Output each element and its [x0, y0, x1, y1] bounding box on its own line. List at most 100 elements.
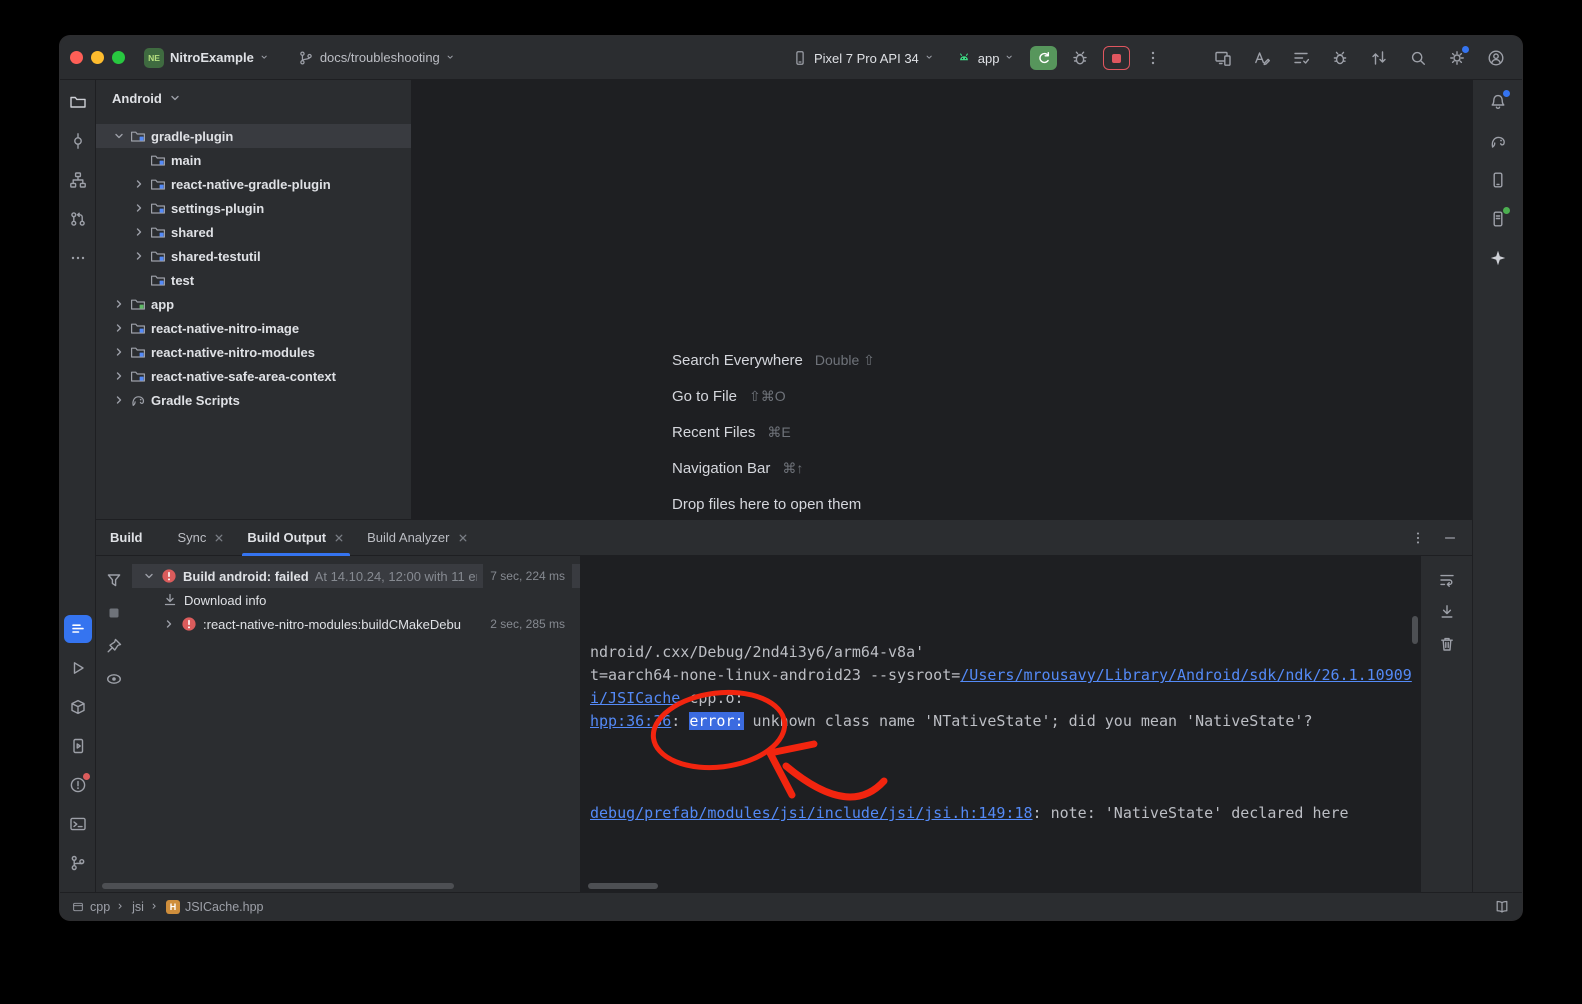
breadcrumb-cpp[interactable]: cpp — [90, 900, 110, 914]
reader-mode-button[interactable] — [1494, 899, 1510, 915]
more-tools-button[interactable] — [64, 244, 92, 272]
ai-assistant-tool-button[interactable] — [1484, 244, 1512, 272]
running-devices-tool-button[interactable] — [64, 732, 92, 760]
console-line — [590, 733, 1412, 756]
pin-tab-button[interactable] — [102, 634, 126, 658]
soft-wrap-button[interactable] — [1435, 568, 1459, 592]
chevron-down-icon[interactable] — [142, 570, 155, 583]
tab-sync[interactable]: Sync — [167, 520, 237, 556]
tree-item-settings-plugin[interactable]: settings-plugin — [96, 196, 411, 220]
filter-icon — [105, 571, 123, 589]
horizontal-scrollbar[interactable] — [588, 883, 658, 889]
tree-item-test[interactable]: test — [96, 268, 411, 292]
run-tool-button[interactable] — [64, 654, 92, 682]
chevron-right-icon[interactable] — [112, 346, 125, 359]
ai-actions-button[interactable] — [1248, 44, 1276, 72]
vertical-scrollbar[interactable] — [1412, 616, 1418, 644]
run-config-selector[interactable]: app — [950, 46, 1022, 70]
chevron-right-icon[interactable] — [132, 226, 145, 239]
stop-build-button[interactable] — [102, 601, 126, 625]
console-file-link[interactable]: debug/prefab/modules/jsi/include/jsi/jsi… — [590, 804, 1033, 822]
console-file-link[interactable]: /Users/mrousavy/Library/Android/sdk/ndk/… — [960, 666, 1412, 684]
console-file-link[interactable]: hpp:36:36 — [590, 712, 671, 730]
console-text: unknown class name 'NTativeState'; did y… — [744, 712, 1313, 730]
kebab-icon[interactable] — [1410, 530, 1426, 546]
zoom-window-button[interactable] — [112, 51, 125, 64]
project-view-selector[interactable]: Android — [96, 80, 411, 116]
close-window-button[interactable] — [70, 51, 83, 64]
rerun-button[interactable] — [1030, 46, 1057, 70]
chevron-right-icon[interactable] — [112, 394, 125, 407]
profiler-tool-button[interactable] — [64, 693, 92, 721]
problems-tool-button[interactable] — [64, 771, 92, 799]
report-bug-button[interactable] — [1326, 44, 1354, 72]
debug-button[interactable] — [1066, 44, 1094, 72]
notifications-tool-button[interactable] — [1484, 88, 1512, 116]
filter-button[interactable] — [102, 568, 126, 592]
chevron-down-icon[interactable] — [112, 130, 125, 143]
todo-list-button[interactable] — [1287, 44, 1315, 72]
build-root-node[interactable]: Build android: failed At 14.10.24, 12:00… — [132, 564, 580, 588]
logcat-tool-button[interactable] — [64, 615, 92, 643]
tree-item-react-native-nitro-image[interactable]: react-native-nitro-image — [96, 316, 411, 340]
clear-output-button[interactable] — [1435, 632, 1459, 656]
build-node-download-info[interactable]: Download info — [132, 588, 580, 612]
device-explorer-tool-button[interactable] — [1484, 205, 1512, 233]
breadcrumb-jsi[interactable]: jsi — [132, 900, 144, 914]
project-tool-button[interactable] — [64, 88, 92, 116]
version-control-tool-button[interactable] — [64, 849, 92, 877]
chevron-right-icon[interactable] — [132, 250, 145, 263]
tree-item-react-native-gradle-plugin[interactable]: react-native-gradle-plugin — [96, 172, 411, 196]
console-file-link[interactable]: i/JSICache — [590, 689, 680, 707]
tree-item-gradle-scripts[interactable]: Gradle Scripts — [96, 388, 411, 412]
device-manager-tool-button[interactable] — [1484, 166, 1512, 194]
close-icon[interactable] — [333, 532, 345, 544]
tree-item-main[interactable]: main — [96, 148, 411, 172]
more-actions-button[interactable] — [1139, 44, 1167, 72]
chevron-right-icon[interactable] — [112, 322, 125, 335]
chevron-right-icon[interactable] — [112, 370, 125, 383]
tree-item-shared[interactable]: shared — [96, 220, 411, 244]
scroll-to-end-button[interactable] — [1435, 600, 1459, 624]
structure-tool-button[interactable] — [64, 166, 92, 194]
tab-build-output[interactable]: Build Output — [236, 520, 356, 556]
tree-item-react-native-nitro-modules[interactable]: react-native-nitro-modules — [96, 340, 411, 364]
close-icon[interactable] — [457, 532, 469, 544]
minimize-window-button[interactable] — [91, 51, 104, 64]
tree-item-shared-testutil[interactable]: shared-testutil — [96, 244, 411, 268]
project-selector[interactable]: NE NitroExample — [138, 44, 276, 72]
vcs-branch-selector[interactable]: docs/troubleshooting — [292, 46, 462, 70]
code-review-button[interactable] — [1365, 44, 1393, 72]
chevron-right-icon[interactable] — [132, 178, 145, 191]
tree-item-gradle-plugin[interactable]: gradle-plugin — [96, 124, 411, 148]
chevron-right-icon[interactable] — [132, 202, 145, 215]
device-mirroring-button[interactable] — [1209, 44, 1237, 72]
main-area: Android gradle-plugin main — [60, 80, 1522, 892]
tab-build-analyzer[interactable]: Build Analyzer — [356, 520, 479, 556]
search-everywhere-button[interactable] — [1404, 44, 1432, 72]
editor-area[interactable]: Search Everywhere Double ⇧ Go to File ⇧⌘… — [412, 80, 1472, 519]
build-node-cmake-task[interactable]: :react-native-nitro-modules:buildCMakeDe… — [132, 612, 580, 636]
build-console[interactable]: ndroid/.cxx/Debug/2nd4i3y6/arm64-v8a' t=… — [580, 556, 1420, 892]
chevron-right-icon[interactable] — [162, 618, 175, 631]
close-icon[interactable] — [213, 532, 225, 544]
horizontal-scrollbar[interactable] — [102, 883, 454, 889]
minimize-icon[interactable] — [1442, 530, 1458, 546]
account-button[interactable] — [1482, 44, 1510, 72]
terminal-tool-button[interactable] — [64, 810, 92, 838]
breadcrumb-file[interactable]: H JSICache.hpp — [166, 900, 264, 914]
commit-tool-button[interactable] — [64, 127, 92, 155]
settings-button[interactable] — [1443, 44, 1471, 72]
tool-window-icon[interactable] — [72, 901, 84, 913]
tree-item-app[interactable]: app — [96, 292, 411, 316]
stop-button[interactable] — [1103, 46, 1130, 70]
tree-item-react-native-safe-area-context[interactable]: react-native-safe-area-context — [96, 364, 411, 388]
chevron-right-icon[interactable] — [112, 298, 125, 311]
module-folder-icon — [130, 128, 146, 144]
preview-button[interactable] — [102, 667, 126, 691]
device-selector[interactable]: Pixel 7 Pro API 34 — [786, 46, 941, 70]
console-text: ndroid/.cxx/Debug/2nd4i3y6/arm64-v8a' — [590, 643, 924, 661]
gradle-tool-button[interactable] — [1484, 127, 1512, 155]
pull-requests-tool-button[interactable] — [64, 205, 92, 233]
device-name: Pixel 7 Pro API 34 — [814, 51, 919, 66]
